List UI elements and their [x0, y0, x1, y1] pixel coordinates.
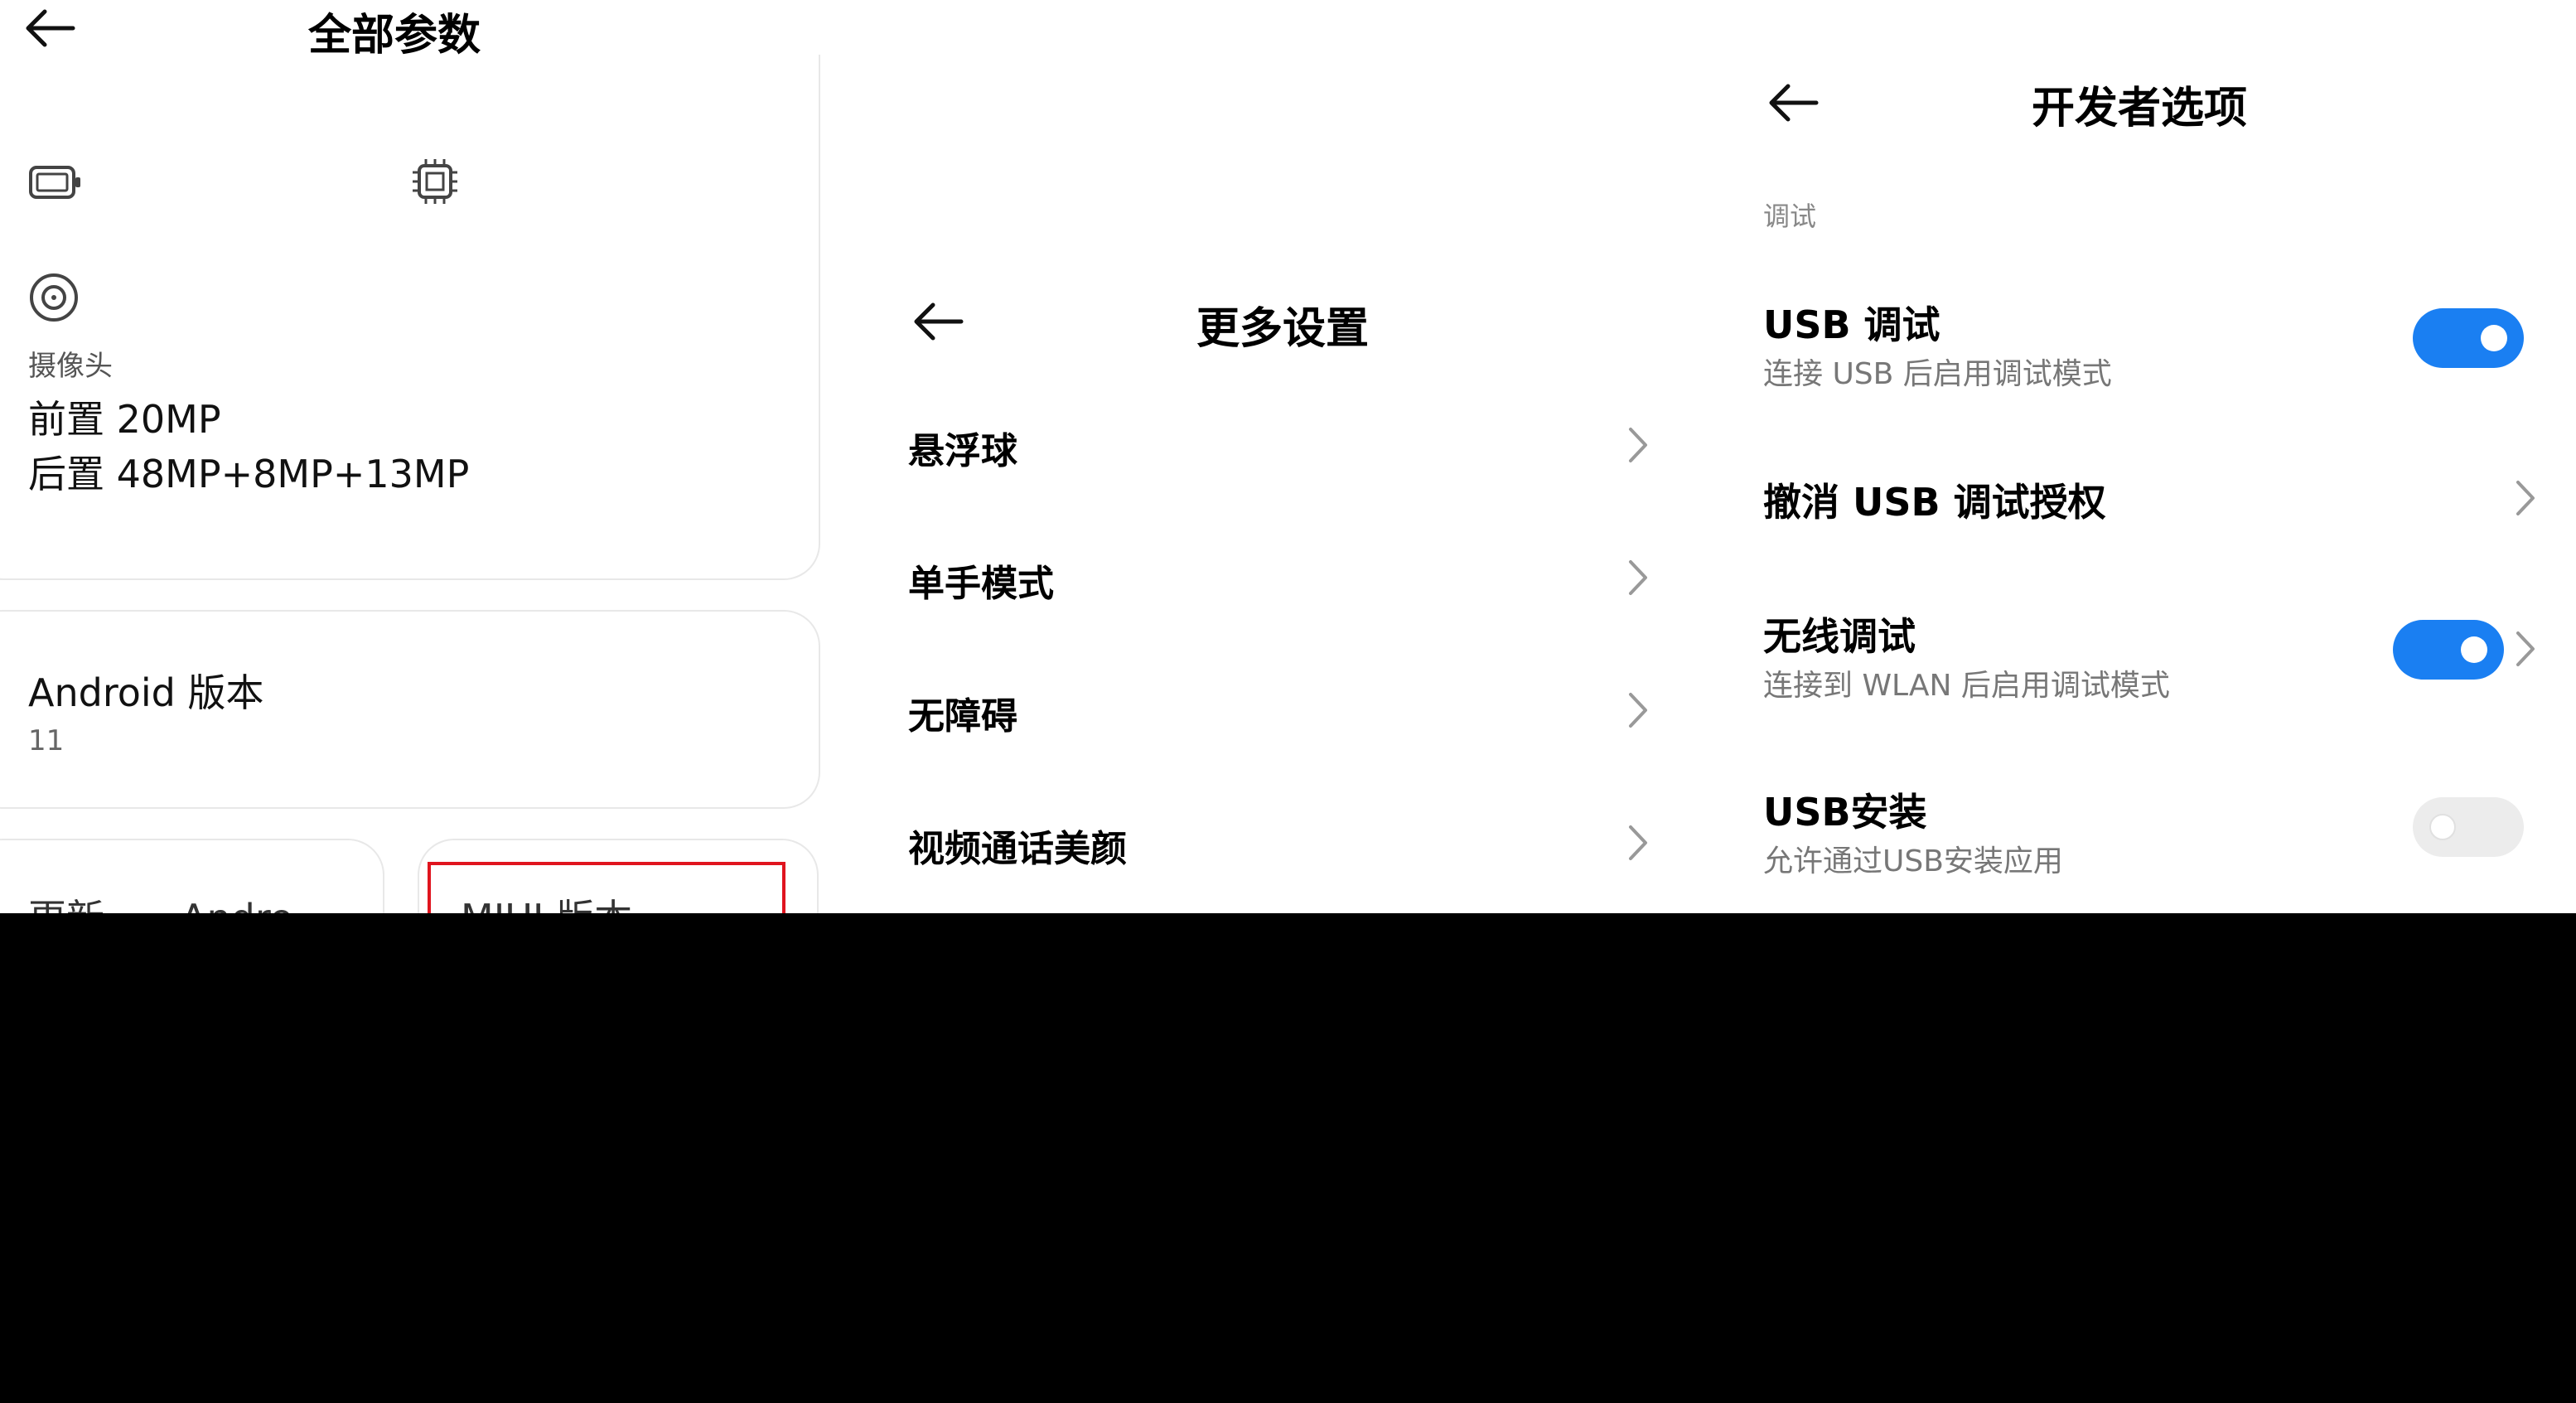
- menu-item-floating-ball[interactable]: 悬浮球: [829, 401, 1690, 501]
- back-arrow-icon[interactable]: [1766, 83, 1820, 123]
- setting-title: 无线调试: [1763, 614, 1916, 659]
- menu-item-accessibility[interactable]: 无障碍: [829, 666, 1690, 766]
- developer-options-panel: 开发者选项 调试 USB 调试 连接 USB 后启用调试模式 撤消 USB 调试…: [1690, 0, 2576, 913]
- battery-icon: [28, 162, 83, 202]
- android-version-label: Android 版本: [28, 670, 264, 715]
- wireless-debugging-toggle[interactable]: [2393, 620, 2504, 680]
- camera-lens-icon: [28, 272, 80, 323]
- page-title: 更多设置: [1196, 304, 1370, 354]
- front-camera-value: 前置 20MP: [28, 397, 221, 442]
- section-header-debug: 调试: [1763, 201, 1817, 232]
- setting-subtitle: 连接 USB 后启用调试模式: [1763, 357, 2112, 391]
- menu-item-label: 视频通话美颜: [908, 828, 1127, 870]
- page-title: 开发者选项: [2032, 84, 2248, 133]
- usb-install-toggle[interactable]: [2413, 797, 2524, 857]
- chevron-right-icon: [2513, 630, 2538, 668]
- toggle-knob: [2429, 814, 2456, 840]
- chip-icon: [409, 156, 461, 207]
- toggle-knob: [2461, 636, 2487, 663]
- update-card-text: 更新 Andro: [28, 888, 293, 913]
- toggle-knob: [2481, 325, 2507, 351]
- menu-item-label: 悬浮球: [908, 430, 1017, 472]
- more-settings-panel: 更多设置 悬浮球 单手模式 无障碍 视频通话美颜: [829, 0, 1690, 913]
- camera-label: 摄像头: [28, 350, 113, 383]
- setting-usb-debugging[interactable]: USB 调试 连接 USB 后启用调试模式: [1690, 290, 2576, 398]
- setting-subtitle: 允许通过USB安装应用: [1763, 844, 2063, 878]
- android-version-value: 11: [28, 724, 65, 757]
- setting-revoke-usb-auth[interactable]: 撤消 USB 调试授权: [1690, 467, 2576, 542]
- rear-camera-value: 后置 48MP+8MP+13MP: [28, 452, 470, 496]
- menu-item-video-call-beauty[interactable]: 视频通话美颜: [829, 799, 1690, 898]
- specs-panel: 全部参数 摄像头 前置 20MP 后置 48MP+8MP+13MP Androi…: [0, 0, 829, 913]
- setting-wireless-debugging[interactable]: 无线调试 连接到 WLAN 后启用调试模式: [1690, 602, 2576, 709]
- chevron-right-icon: [1626, 559, 1650, 597]
- setting-title: USB 调试: [1763, 302, 1940, 347]
- menu-item-label: 无障碍: [908, 695, 1017, 738]
- usb-debugging-toggle[interactable]: [2413, 308, 2524, 368]
- page-title: 全部参数: [308, 11, 481, 60]
- specs-card: [0, 55, 820, 580]
- chevron-right-icon: [1626, 691, 1650, 729]
- setting-usb-install[interactable]: USB安装 允许通过USB安装应用: [1690, 777, 2576, 885]
- setting-title: 撤消 USB 调试授权: [1763, 480, 2106, 525]
- back-arrow-icon[interactable]: [911, 302, 964, 341]
- setting-subtitle: 连接到 WLAN 后启用调试模式: [1763, 669, 2170, 703]
- menu-item-one-hand-mode[interactable]: 单手模式: [829, 534, 1690, 633]
- screenshot-collage: 全部参数 摄像头 前置 20MP 后置 48MP+8MP+13MP Androi…: [0, 0, 2576, 913]
- miui-card-text: MIUI 版本: [461, 888, 632, 913]
- chevron-right-icon: [1626, 426, 1650, 464]
- chevron-right-icon: [2513, 479, 2538, 517]
- setting-title: USB安装: [1763, 790, 1927, 835]
- menu-item-label: 单手模式: [908, 563, 1054, 605]
- chevron-right-icon: [1626, 824, 1650, 862]
- back-arrow-icon[interactable]: [23, 8, 76, 48]
